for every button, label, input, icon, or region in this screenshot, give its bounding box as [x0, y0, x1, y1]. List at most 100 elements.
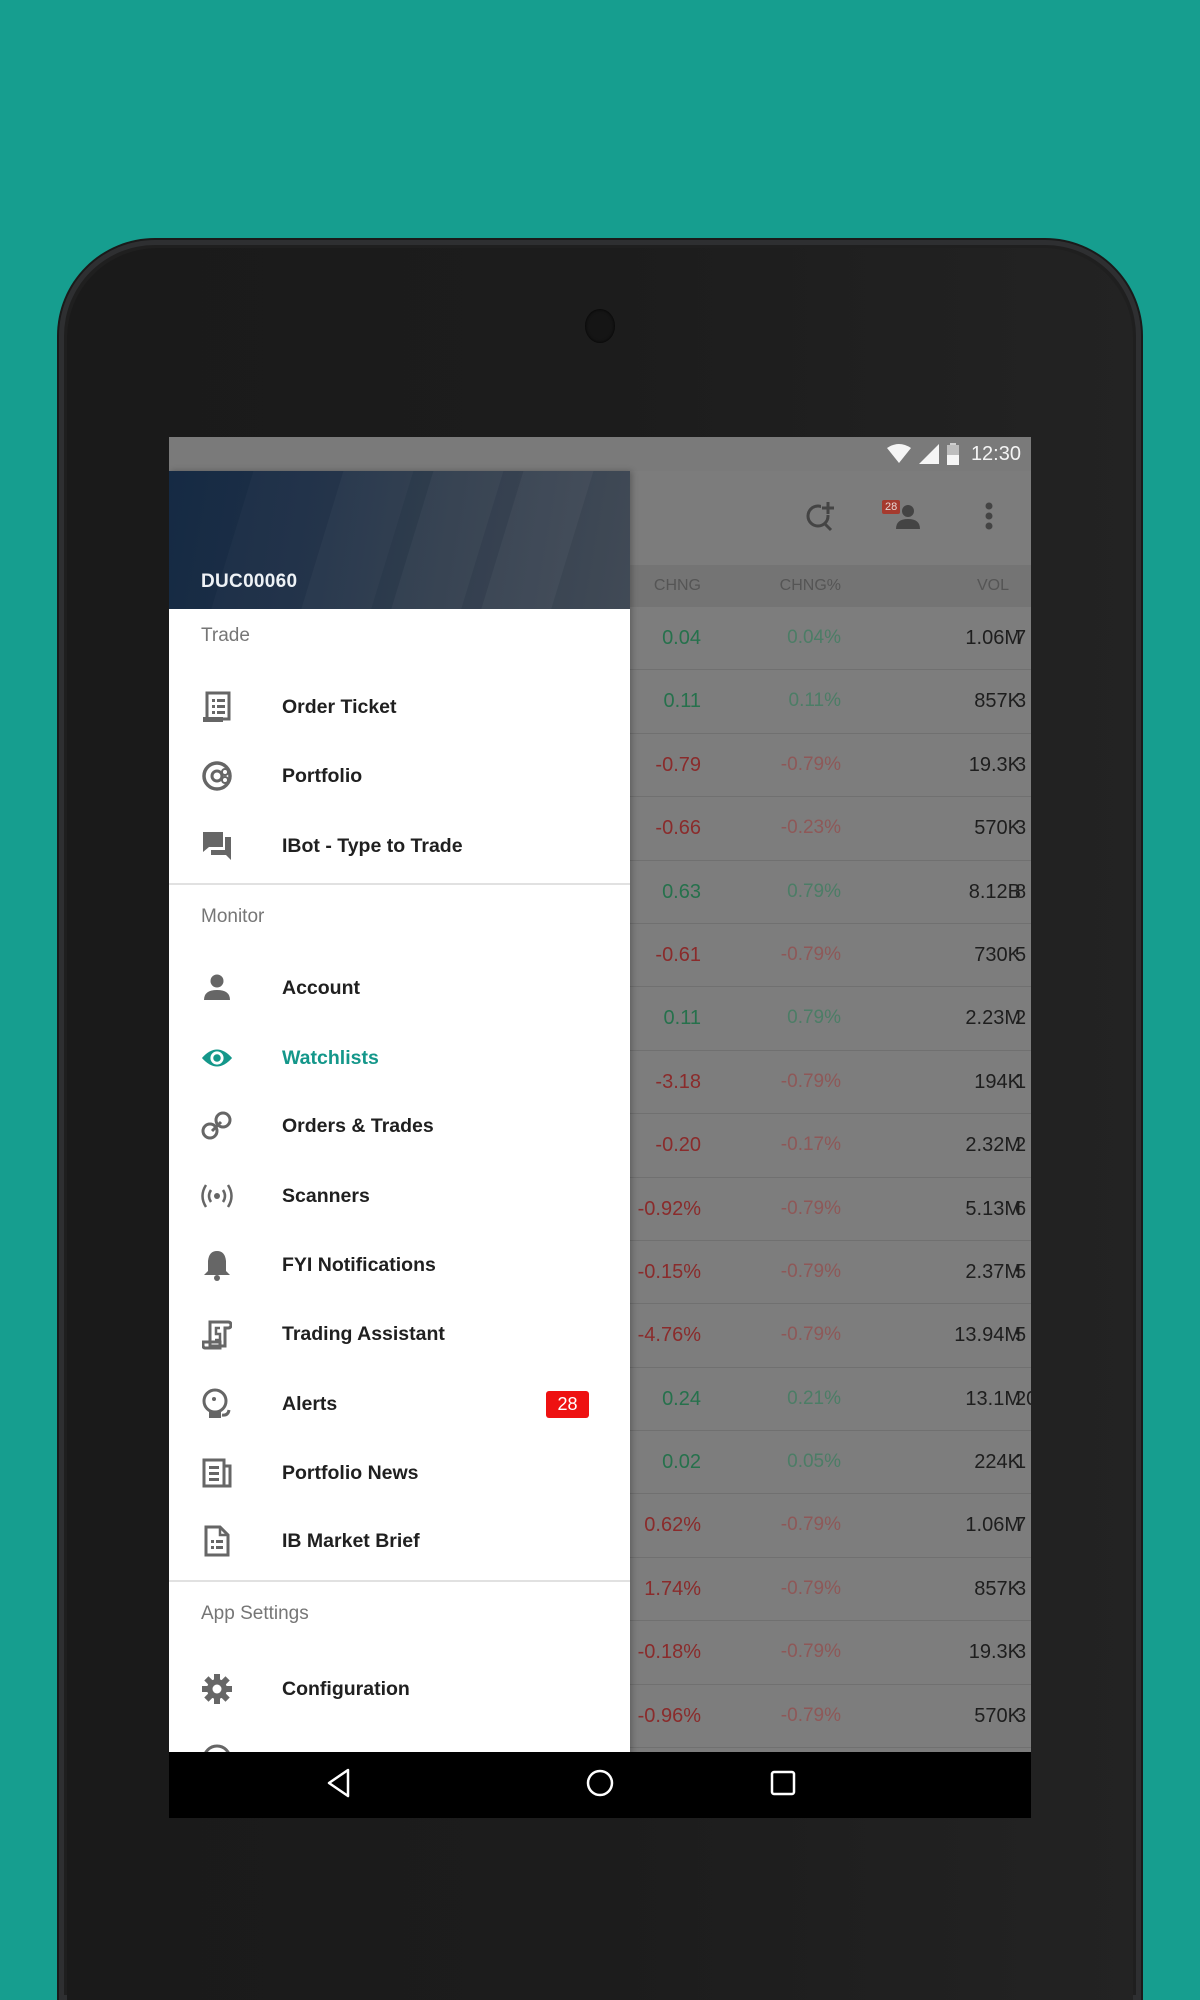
volume-cell: 2.37M: [965, 1260, 1021, 1283]
overflow-menu-button[interactable]: [947, 488, 1031, 548]
change-pct-cell: -0.23%: [780, 817, 841, 839]
device-screen: 12:30 28 CHNG CHNG% VOL 0.04 0.04% 1.06M 7 0…: [169, 437, 1031, 1818]
link-icon: [201, 1110, 233, 1142]
account-id[interactable]: DUC00060: [201, 571, 297, 593]
change-pct-cell: 0.21%: [787, 1387, 841, 1409]
change-pct-cell: -0.79%: [780, 1324, 841, 1346]
change-pct-cell: 0.79%: [787, 1007, 841, 1029]
back-button[interactable]: [294, 1752, 384, 1818]
next-column-cell: 3: [1015, 1577, 1027, 1600]
next-column-cell: 8: [1015, 880, 1027, 903]
change-pct-cell: -0.79%: [780, 1514, 841, 1536]
change-pct-cell: -0.79%: [780, 1641, 841, 1663]
drawer-item-order-ticket[interactable]: Order Ticket: [169, 675, 630, 739]
drawer-item-label: FYI Notifications: [282, 1253, 436, 1276]
newspaper-icon: [201, 1457, 233, 1489]
drawer-item-ibot[interactable]: IBot - Type to Trade: [169, 814, 630, 878]
change-pct-cell: 0.04%: [787, 627, 841, 648]
alarm-icon: [201, 1388, 233, 1420]
drawer-item-configuration[interactable]: Configuration: [169, 1657, 630, 1721]
next-column-cell: 3: [1015, 817, 1027, 840]
volume-cell: 5.13M: [965, 1197, 1021, 1220]
person-icon: [201, 972, 233, 1004]
change-pct-cell: 0.79%: [787, 880, 841, 902]
divider: [169, 883, 630, 885]
section-monitor: Monitor: [201, 906, 265, 927]
next-column-cell: 1: [1015, 1070, 1027, 1093]
drawer-item-label: Portfolio: [282, 764, 363, 787]
change-pct-cell: -0.79%: [780, 1577, 841, 1599]
next-column-cell: 5: [1015, 943, 1027, 966]
clock: 12:30: [970, 442, 1021, 465]
next-column-cell: 2: [1015, 1007, 1027, 1030]
app-bar-actions: 28: [779, 471, 1031, 565]
status-bar: 12:30: [169, 437, 1031, 471]
drawer-item-fyi-notifications[interactable]: FYI Notifications: [169, 1233, 630, 1297]
volume-cell: 570K: [974, 1704, 1021, 1727]
add-search-button[interactable]: [779, 488, 863, 548]
order-ticket-icon: [201, 691, 233, 723]
next-column-cell: 7: [1015, 1514, 1027, 1537]
drawer-item-label: Portfolio News: [282, 1461, 419, 1484]
volume-cell: 2.32M: [965, 1134, 1021, 1157]
bell-icon: [201, 1249, 233, 1281]
column-header-vol[interactable]: VOL: [869, 565, 1009, 607]
volume-cell: 2.23M: [965, 1007, 1021, 1030]
column-header-chng-pct[interactable]: CHNG%: [729, 565, 841, 607]
drawer-item-label: Order Ticket: [282, 695, 397, 718]
change-pct-cell: -0.79%: [780, 1260, 841, 1282]
cell-signal-icon: [918, 444, 939, 464]
drawer-item-scanners[interactable]: Scanners: [169, 1164, 630, 1228]
next-column-cell: 6: [1015, 1197, 1027, 1220]
change-pct-cell: -0.79%: [780, 753, 841, 775]
drawer-item-label: IBot - Type to Trade: [282, 834, 463, 857]
next-column-cell: 2: [1015, 1134, 1027, 1157]
volume-cell: 857K: [974, 1577, 1021, 1600]
volume-cell: 1.06M: [965, 1514, 1021, 1537]
volume-cell: 19.3K: [968, 753, 1021, 776]
chat-icon: [201, 830, 233, 862]
drawer-item-orders-trades[interactable]: Orders & Trades: [169, 1094, 630, 1158]
account-alerts-badge: 28: [882, 500, 901, 514]
volume-cell: 570K: [974, 817, 1021, 840]
account-alerts-button[interactable]: 28: [863, 488, 947, 548]
change-pct-cell: 0.05%: [787, 1451, 841, 1473]
drawer-item-ib-market-brief[interactable]: IB Market Brief: [169, 1509, 630, 1573]
change-pct-cell: -0.79%: [780, 1070, 841, 1092]
drawer-item-label: Alerts: [282, 1392, 338, 1415]
drawer-item-watchlists[interactable]: Watchlists: [169, 1026, 630, 1090]
section-trade: Trade: [201, 625, 250, 646]
change-pct-cell: -0.17%: [780, 1134, 841, 1156]
home-button[interactable]: [555, 1752, 645, 1818]
drawer-item-trading-assistant[interactable]: Trading Assistant: [169, 1302, 630, 1366]
change-pct-cell: -0.79%: [780, 1197, 841, 1219]
document-icon: [201, 1525, 233, 1557]
change-pct-cell: 0.11%: [788, 690, 841, 712]
volume-cell: 730K: [974, 943, 1021, 966]
next-column-cell: 3: [1015, 1704, 1027, 1727]
drawer-item-portfolio-news[interactable]: Portfolio News: [169, 1441, 630, 1505]
drawer-item-label: Orders & Trades: [282, 1114, 434, 1137]
drawer-item-portfolio[interactable]: Portfolio: [169, 744, 630, 808]
add-search-icon: [804, 499, 838, 538]
drawer-item-label: IB Market Brief: [282, 1529, 420, 1552]
drawer-item-alerts[interactable]: Alerts 28: [169, 1372, 630, 1436]
eye-icon: [201, 1042, 233, 1074]
drawer-item-label: Account: [282, 976, 360, 999]
next-column-cell: 3: [1015, 1641, 1027, 1664]
divider: [169, 1580, 630, 1582]
volume-cell: 13.94M: [954, 1324, 1021, 1347]
section-app-settings: App Settings: [201, 1603, 309, 1624]
volume-cell: 224K: [974, 1451, 1021, 1474]
system-nav-bar: [169, 1752, 1031, 1818]
wifi-icon: [886, 444, 911, 464]
alerts-count-badge: 28: [546, 1390, 589, 1418]
volume-cell: 19.3K: [968, 1641, 1021, 1664]
next-column-cell: 3: [1015, 753, 1027, 776]
next-column-cell: 5: [1015, 1260, 1027, 1283]
volume-cell: 1.06M: [965, 627, 1021, 649]
home-icon: [585, 1768, 615, 1803]
volume-cell: 194K: [974, 1070, 1021, 1093]
recents-button[interactable]: [738, 1752, 828, 1818]
drawer-item-account[interactable]: Account: [169, 956, 630, 1020]
